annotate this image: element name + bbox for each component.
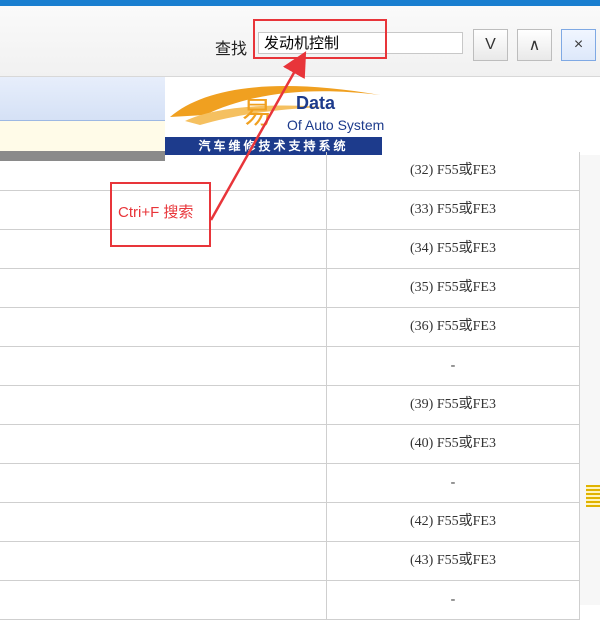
annotation-arrow-icon [209, 51, 307, 221]
